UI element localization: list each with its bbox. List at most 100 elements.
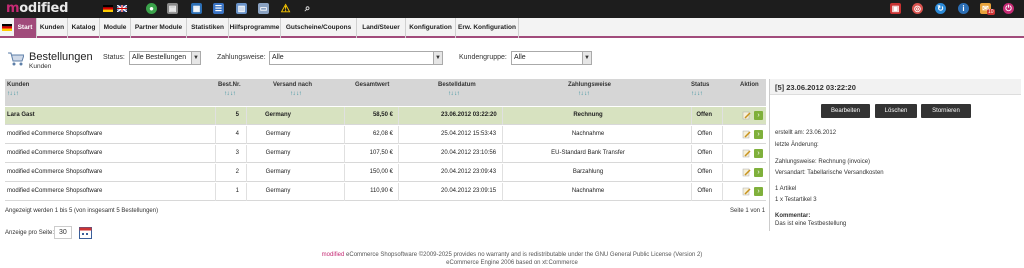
arrow-right-icon[interactable]: › [754, 130, 763, 139]
cell-customer: modified eCommerce Shopsoftware [7, 131, 103, 137]
col-versand[interactable]: Versand nach [273, 82, 312, 88]
table-row[interactable]: modified eCommerce Shopsoftware 1 Germany 1… [5, 183, 766, 201]
cell-payment: EU-Standard Bank Transfer [551, 150, 625, 156]
nav-erw-konfiguration[interactable]: Erw. Konfiguration [456, 18, 519, 38]
nav-start[interactable]: Start [14, 18, 37, 38]
refresh-icon[interactable]: ↻ [935, 3, 946, 14]
arrow-right-icon[interactable]: › [754, 168, 763, 177]
logout-icon[interactable]: ⏻ [1003, 3, 1014, 14]
sort-icon[interactable]: ↑↓ ↓↑ [224, 91, 236, 97]
col-gesamtwert: Gesamtwert [355, 82, 390, 88]
document-icon[interactable]: ▭ [258, 3, 269, 14]
table-header: Kunden ↑↓ ↓↑ Best.Nr. ↑↓ ↓↑ Versand nach… [5, 79, 766, 106]
column-divider [722, 126, 723, 144]
col-bestelldatum[interactable]: Bestelldatum [438, 82, 476, 88]
cell-order-date: 25.04.2012 15:53:43 [441, 131, 497, 137]
sort-icon[interactable]: ↑↓ ↓↑ [691, 91, 703, 97]
catalog-icon[interactable]: ▥ [236, 3, 247, 14]
nav-gutscheine[interactable]: Gutscheine/Coupons [281, 18, 357, 38]
shipping-info: Versandart: Tabellarische Versandkosten [775, 170, 884, 176]
article-count: 1 Artikel [775, 186, 797, 192]
nav-statistiken[interactable]: Statistiken [187, 18, 229, 38]
nav-partner-module[interactable]: Partner Module [131, 18, 187, 38]
status-filter-label: Status: [103, 54, 125, 61]
cell-customer: modified eCommerce Shopsoftware [7, 150, 103, 156]
per-page-input[interactable]: 30 [54, 226, 72, 239]
payment-select[interactable]: Alle ▼ [269, 51, 443, 65]
warning-icon[interactable]: ⚠ [280, 3, 291, 15]
cell-payment: Rechnung [573, 112, 603, 118]
column-divider [215, 126, 216, 144]
column-divider [344, 126, 345, 144]
nav-module[interactable]: Module [100, 18, 131, 38]
calendar-icon[interactable]: ▣ [890, 3, 901, 14]
help-icon[interactable]: ◎ [912, 3, 923, 14]
edit-pencil-icon[interactable] [742, 130, 751, 139]
column-divider [502, 145, 503, 163]
column-divider [398, 145, 399, 163]
results-info: Angezeigt werden 1 bis 5 (von insgesamt … [5, 208, 159, 214]
status-select-value: Alle Bestellungen [132, 54, 187, 61]
cell-ship-to: Germany [265, 131, 291, 137]
col-kunden[interactable]: Kunden [7, 82, 29, 88]
shop-icon[interactable]: ▤ [167, 3, 178, 14]
globe-icon[interactable]: ● [146, 3, 157, 14]
edit-pencil-icon[interactable] [742, 187, 751, 196]
nav-katalog[interactable]: Katalog [68, 18, 100, 38]
group-select[interactable]: Alle ▼ [511, 51, 592, 65]
order-detail-panel: [5] 23.06.2012 03:22:20 Bearbeiten Lösch… [769, 79, 1021, 231]
column-divider [215, 107, 216, 125]
sort-icon[interactable]: ↑↓ ↓↑ [290, 91, 302, 97]
arrow-right-icon[interactable]: › [754, 111, 763, 120]
nav-kunden[interactable]: Kunden [37, 18, 68, 38]
footer-credit-2: eCommerce Engine 2006 based on xt:Commer… [446, 260, 578, 266]
col-best-nr[interactable]: Best.Nr. [218, 82, 241, 88]
cell-ship-to: Germany [265, 169, 291, 175]
edit-pencil-icon[interactable] [742, 168, 751, 177]
customers-icon[interactable]: ☰ [213, 3, 224, 14]
info-icon[interactable]: i [958, 3, 969, 14]
orders-icon[interactable]: ▦ [191, 3, 202, 14]
edit-button[interactable]: Bearbeiten [821, 104, 870, 118]
col-status[interactable]: Status [691, 82, 709, 88]
arrow-right-icon[interactable]: › [754, 149, 763, 158]
comment-text: Das ist eine Testbestellung [775, 221, 847, 227]
table-row[interactable]: modified eCommerce Shopsoftware 3 Germany 1… [5, 145, 766, 163]
calendar-icon[interactable] [79, 226, 92, 239]
delete-button[interactable]: Löschen [875, 104, 917, 118]
search-icon[interactable]: ⌕ [302, 3, 313, 14]
cancel-order-button[interactable]: Stornieren [921, 104, 971, 118]
last-changed: letzte Änderung: [775, 142, 819, 148]
cell-total: 62,08 € [372, 131, 393, 137]
cell-ship-to: Germany [265, 188, 291, 194]
german-flag-icon[interactable] [103, 5, 113, 12]
payment-filter-label: Zahlungsweise: [217, 54, 266, 61]
column-divider [398, 164, 399, 182]
footer-brand[interactable]: modified [322, 252, 345, 258]
column-divider [246, 126, 247, 144]
logo[interactable]: modified [6, 1, 68, 16]
edit-pencil-icon[interactable] [742, 149, 751, 158]
cart-icon [8, 52, 24, 66]
column-divider [246, 145, 247, 163]
col-zahlungsweise[interactable]: Zahlungsweise [568, 82, 611, 88]
table-row[interactable]: modified eCommerce Shopsoftware 2 Germany 1… [5, 164, 766, 182]
arrow-right-icon[interactable]: › [754, 187, 763, 196]
article-line: 1 x Testartikel 3 [775, 197, 817, 203]
nav-hilfsprogramme[interactable]: Hilfsprogramme [229, 18, 281, 38]
column-divider [344, 145, 345, 163]
cell-customer: Lara Gast [7, 112, 35, 118]
sort-icon[interactable]: ↑↓ ↓↑ [448, 91, 460, 97]
column-divider [691, 126, 692, 144]
sort-icon[interactable]: ↑↓ ↓↑ [578, 91, 590, 97]
english-flag-icon[interactable] [117, 5, 127, 12]
sort-icon[interactable]: ↑↓ ↓↑ [7, 91, 19, 97]
nav-land-steuer[interactable]: Land/Steuer [357, 18, 406, 38]
table-row[interactable]: Lara Gast 5 Germany 58,50 € 23.06.2012 03:22… [5, 107, 766, 125]
edit-pencil-icon[interactable] [742, 111, 751, 120]
column-divider [215, 164, 216, 182]
status-select[interactable]: Alle Bestellungen ▼ [129, 51, 201, 65]
nav-konfiguration[interactable]: Konfiguration [406, 18, 456, 38]
table-row[interactable]: modified eCommerce Shopsoftware 4 Germany 6… [5, 126, 766, 144]
german-flag-icon[interactable] [2, 24, 12, 31]
